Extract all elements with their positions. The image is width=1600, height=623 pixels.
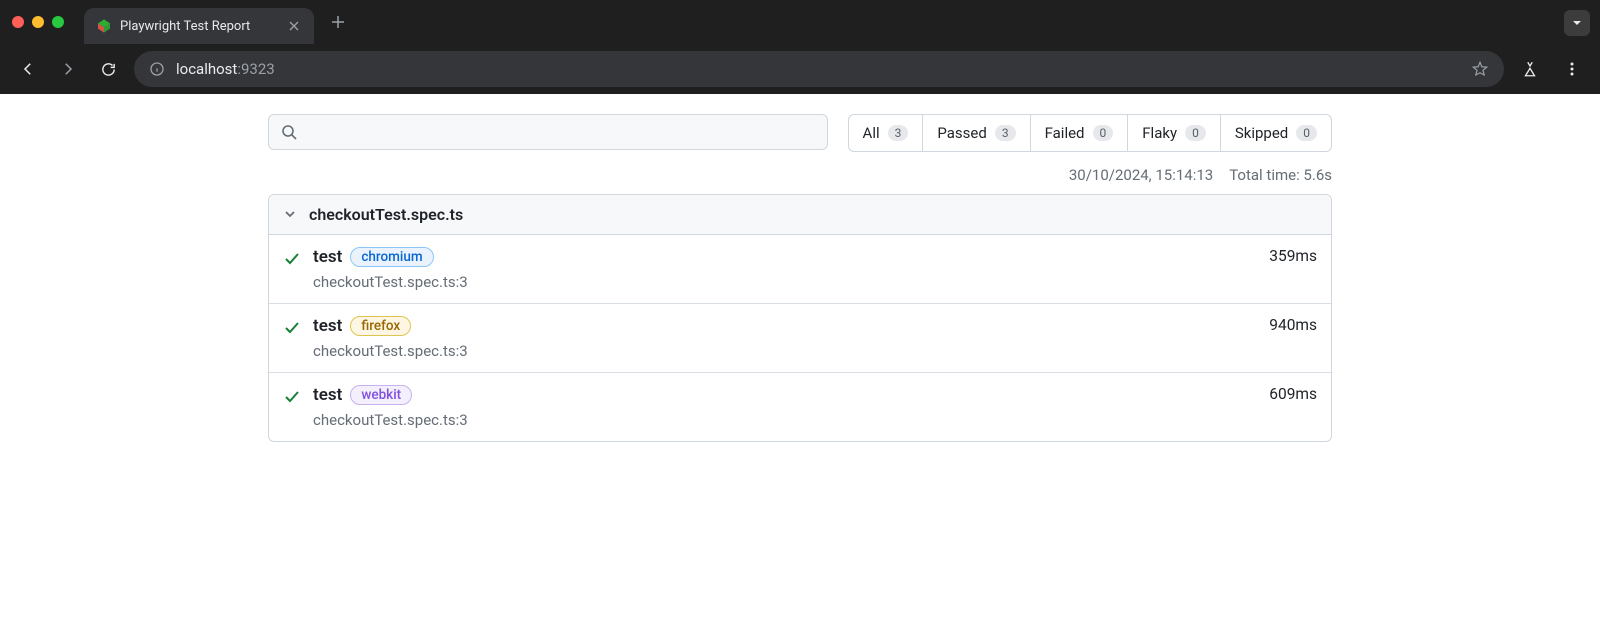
count-badge: 3	[888, 125, 909, 141]
filter-passed[interactable]: Passed 3	[923, 115, 1030, 151]
extensions-button[interactable]	[1516, 55, 1544, 83]
new-tab-button[interactable]	[324, 8, 352, 36]
tabs-dropdown-button[interactable]	[1564, 10, 1590, 36]
file-card: checkoutTest.spec.ts test chromium check…	[268, 194, 1332, 442]
bookmark-button[interactable]	[1470, 59, 1490, 79]
url-port: :9323	[237, 60, 274, 78]
count-badge: 0	[1185, 125, 1206, 141]
filter-flaky[interactable]: Flaky 0	[1128, 115, 1221, 151]
test-duration: 940ms	[1269, 316, 1317, 360]
file-header[interactable]: checkoutTest.spec.ts	[269, 195, 1331, 235]
check-icon	[283, 250, 301, 268]
close-window-button[interactable]	[12, 16, 24, 28]
window-controls	[12, 16, 64, 28]
filter-label: Flaky	[1142, 124, 1177, 142]
search-icon	[281, 124, 297, 140]
filter-label: Failed	[1045, 124, 1085, 142]
search-input[interactable]	[305, 124, 815, 140]
meta-row: 30/10/2024, 15:14:13 Total time: 5.6s	[268, 166, 1332, 184]
test-location: checkoutTest.spec.ts:3	[313, 273, 1257, 291]
filter-label: Passed	[937, 124, 986, 142]
report-page: All 3 Passed 3 Failed 0 Flaky 0 Skipped	[0, 94, 1600, 462]
check-icon	[283, 388, 301, 406]
minimize-window-button[interactable]	[32, 16, 44, 28]
report-timestamp: 30/10/2024, 15:14:13	[1069, 166, 1213, 184]
url-host: localhost	[176, 60, 237, 78]
filter-tabs: All 3 Passed 3 Failed 0 Flaky 0 Skipped	[848, 114, 1332, 152]
test-row[interactable]: test chromium checkoutTest.spec.ts:3 359…	[269, 235, 1331, 304]
project-badge-firefox: firefox	[350, 316, 411, 336]
tab-title: Playwright Test Report	[120, 19, 278, 34]
filter-skipped[interactable]: Skipped 0	[1221, 115, 1331, 151]
menu-button[interactable]	[1558, 55, 1586, 83]
browser-chrome: Playwright Test Report localhost:9323	[0, 0, 1600, 94]
browser-tab[interactable]: Playwright Test Report	[84, 8, 314, 44]
test-duration: 609ms	[1269, 385, 1317, 429]
site-info-icon[interactable]	[148, 60, 166, 78]
test-row[interactable]: test webkit checkoutTest.spec.ts:3 609ms	[269, 373, 1331, 441]
playwright-favicon	[96, 18, 112, 34]
filter-all[interactable]: All 3	[849, 115, 924, 151]
url-text: localhost:9323	[176, 60, 275, 78]
project-badge-chromium: chromium	[350, 247, 433, 267]
tab-strip: Playwright Test Report	[0, 0, 1600, 44]
test-name: test	[313, 316, 342, 336]
search-box[interactable]	[268, 114, 828, 150]
check-icon	[283, 319, 301, 337]
forward-button[interactable]	[54, 55, 82, 83]
filter-label: Skipped	[1235, 124, 1288, 142]
project-badge-webkit: webkit	[350, 385, 412, 405]
maximize-window-button[interactable]	[52, 16, 64, 28]
test-location: checkoutTest.spec.ts:3	[313, 411, 1257, 429]
file-name: checkoutTest.spec.ts	[309, 205, 463, 224]
filter-label: All	[863, 124, 880, 142]
reload-button[interactable]	[94, 55, 122, 83]
test-duration: 359ms	[1269, 247, 1317, 291]
count-badge: 0	[1093, 125, 1114, 141]
count-badge: 3	[995, 125, 1016, 141]
count-badge: 0	[1296, 125, 1317, 141]
back-button[interactable]	[14, 55, 42, 83]
browser-toolbar: localhost:9323	[0, 44, 1600, 94]
close-tab-button[interactable]	[286, 18, 302, 34]
test-location: checkoutTest.spec.ts:3	[313, 342, 1257, 360]
report-total-time: Total time: 5.6s	[1229, 166, 1332, 184]
test-row[interactable]: test firefox checkoutTest.spec.ts:3 940m…	[269, 304, 1331, 373]
filter-failed[interactable]: Failed 0	[1031, 115, 1129, 151]
chevron-down-icon	[283, 207, 299, 223]
test-name: test	[313, 385, 342, 405]
header-row: All 3 Passed 3 Failed 0 Flaky 0 Skipped	[268, 114, 1332, 152]
address-bar[interactable]: localhost:9323	[134, 51, 1504, 87]
test-name: test	[313, 247, 342, 267]
